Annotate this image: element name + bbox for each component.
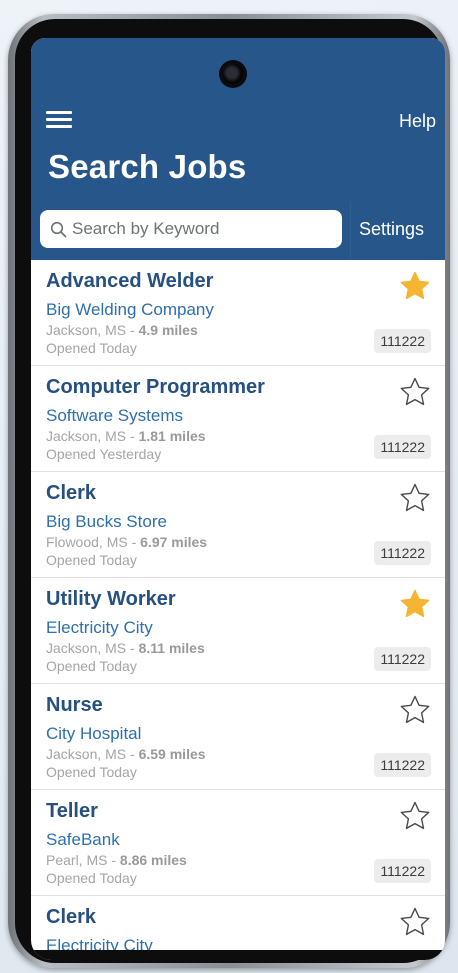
company-name: Software Systems xyxy=(46,406,183,425)
distance-text: 8.86 miles xyxy=(119,852,187,868)
hamburger-menu-icon[interactable] xyxy=(46,110,72,130)
distance-text: 4.9 miles xyxy=(138,322,198,338)
job-code-badge: 111222 xyxy=(374,329,431,353)
opened-date: Opened Today xyxy=(46,340,137,356)
job-title[interactable]: Nurse xyxy=(46,694,103,717)
company-name: Big Welding Company xyxy=(46,300,214,319)
distance-text: 6.97 miles xyxy=(140,534,208,550)
job-location: Jackson, MS - 1.81 miles xyxy=(46,428,206,444)
location-text: Jackson, MS - xyxy=(46,428,139,444)
job-code-badge: 111222 xyxy=(374,541,431,565)
company-name: City Hospital xyxy=(46,724,142,743)
job-code-badge: 111222 xyxy=(374,435,431,459)
job-title[interactable]: Teller xyxy=(46,800,98,823)
distance-text: 6.59 miles xyxy=(138,746,206,762)
distance-text: 1.81 miles xyxy=(138,428,206,444)
company-name: SafeBank xyxy=(46,830,120,849)
opened-date: Opened Today xyxy=(46,552,137,568)
job-location: Jackson, MS - 8.11 miles xyxy=(46,640,205,656)
job-list-item[interactable]: Advanced Welder Big Welding Company Jackso… xyxy=(31,260,445,366)
job-list-item[interactable]: Clerk Big Bucks Store Flowood, MS - 6.97 m… xyxy=(31,472,445,578)
settings-button[interactable]: Settings xyxy=(359,219,424,240)
opened-date: Opened Yesterday xyxy=(46,446,162,462)
location-text: Jackson, MS - xyxy=(46,322,139,338)
job-location: Flowood, MS - 6.97 miles xyxy=(46,534,207,550)
star-filled-icon[interactable] xyxy=(399,588,431,620)
company-name: Big Bucks Store xyxy=(46,512,167,531)
search-icon xyxy=(50,221,67,238)
job-code-badge: 111222 xyxy=(374,647,431,671)
job-title[interactable]: Clerk xyxy=(46,906,96,929)
job-title[interactable]: Advanced Welder xyxy=(46,270,213,293)
location-text: Jackson, MS - xyxy=(46,746,139,762)
job-code-badge: 111222 xyxy=(374,859,431,883)
job-list-item[interactable]: Nurse City Hospital Jackson, MS - 6.59 mil… xyxy=(31,684,445,790)
header-divider xyxy=(350,202,351,260)
job-title[interactable]: Computer Programmer xyxy=(46,376,265,399)
star-outline-icon[interactable] xyxy=(399,694,431,726)
job-list: Advanced Welder Big Welding Company Jackso… xyxy=(31,260,445,960)
opened-date: Opened Today xyxy=(46,870,137,886)
search-input[interactable] xyxy=(72,210,334,248)
front-camera xyxy=(222,63,244,85)
star-outline-icon[interactable] xyxy=(399,906,431,938)
job-title[interactable]: Utility Worker xyxy=(46,588,176,611)
job-title[interactable]: Clerk xyxy=(46,482,96,505)
job-location: Jackson, MS - 6.59 miles xyxy=(46,746,206,762)
location-text: Jackson, MS - xyxy=(46,640,139,656)
job-location: Pearl, MS - 8.86 miles xyxy=(46,852,187,868)
screen-bottom-edge xyxy=(31,950,445,960)
search-box[interactable] xyxy=(40,210,342,248)
star-outline-icon[interactable] xyxy=(399,800,431,832)
job-list-item[interactable]: Teller SafeBank Pearl, MS - 8.86 miles Open… xyxy=(31,790,445,896)
job-location: Jackson, MS - 4.9 miles xyxy=(46,322,198,338)
star-filled-icon[interactable] xyxy=(399,270,431,302)
job-code-badge: 111222 xyxy=(374,753,431,777)
distance-text: 8.11 miles xyxy=(138,640,205,656)
opened-date: Opened Today xyxy=(46,764,137,780)
app-screen: Help Search Jobs Settings Advanced Welde… xyxy=(31,38,445,960)
job-list-item[interactable]: Computer Programmer Software Systems Jacks… xyxy=(31,366,445,472)
star-outline-icon[interactable] xyxy=(399,376,431,408)
page-title: Search Jobs xyxy=(48,148,247,185)
star-outline-icon[interactable] xyxy=(399,482,431,514)
location-text: Flowood, MS - xyxy=(46,534,141,550)
opened-date: Opened Today xyxy=(46,658,137,674)
location-text: Pearl, MS - xyxy=(46,852,120,868)
app-header: Help Search Jobs Settings xyxy=(31,38,445,260)
job-list-item[interactable]: Utility Worker Electricity City Jackson, M… xyxy=(31,578,445,684)
company-name: Electricity City xyxy=(46,618,153,637)
help-link[interactable]: Help xyxy=(399,111,436,132)
